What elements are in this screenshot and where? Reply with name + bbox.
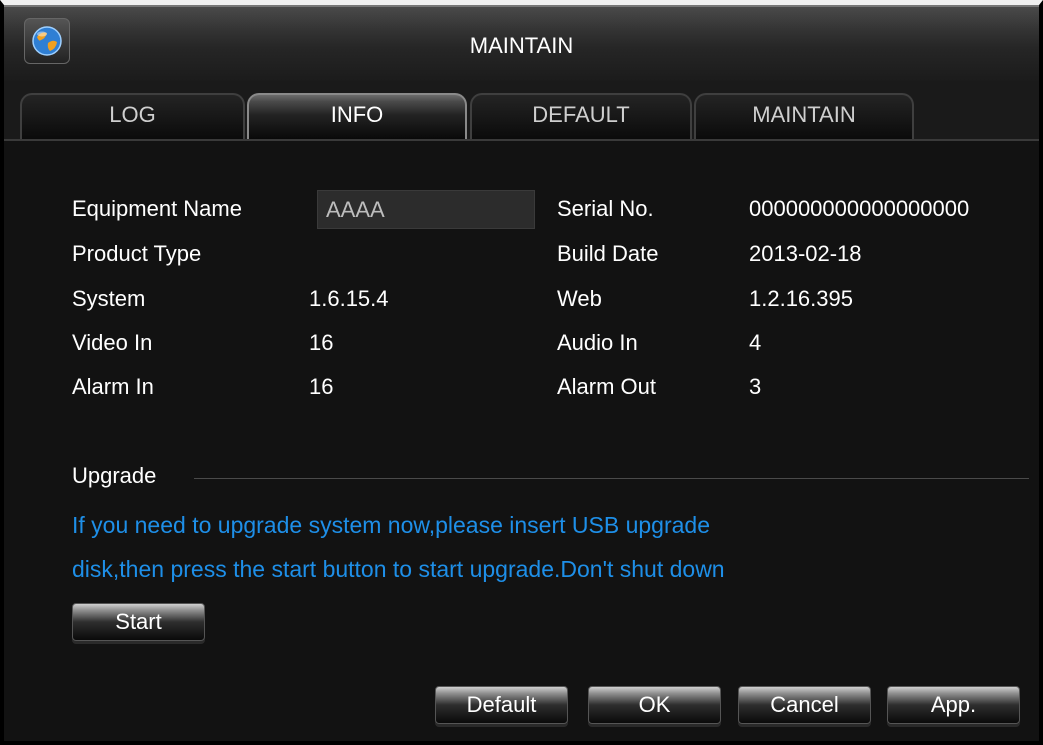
tab-info[interactable]: INFO: [247, 93, 467, 139]
build-date-value: 2013-02-18: [749, 241, 862, 266]
video-in-label: Video In: [72, 330, 153, 355]
ok-button[interactable]: OK: [588, 686, 721, 724]
upgrade-divider: [194, 478, 1029, 479]
audio-in-label: Audio In: [557, 330, 638, 355]
product-type-label: Product Type: [72, 241, 202, 266]
upgrade-message-line1: If you need to upgrade system now,please…: [72, 512, 711, 538]
serial-no-label: Serial No.: [557, 196, 654, 221]
tab-maintain[interactable]: MAINTAIN: [694, 93, 914, 139]
start-upgrade-button[interactable]: Start: [72, 603, 205, 641]
tab-bar: LOG INFO DEFAULT MAINTAIN: [4, 81, 1039, 141]
serial-no-value: 000000000000000000: [749, 196, 970, 221]
apply-button[interactable]: App.: [887, 686, 1020, 724]
web-value: 1.2.16.395: [749, 286, 853, 311]
alarm-in-value: 16: [309, 374, 334, 399]
cancel-button[interactable]: Cancel: [738, 686, 871, 724]
upgrade-message-line2: disk,then press the start button to star…: [72, 556, 725, 582]
web-label: Web: [557, 286, 602, 311]
info-panel: Equipment Name AAAA Product Type System …: [4, 141, 1039, 741]
alarm-out-value: 3: [749, 374, 762, 399]
build-date-label: Build Date: [557, 241, 659, 266]
audio-in-value: 4: [749, 330, 762, 355]
system-label: System: [72, 286, 146, 311]
equipment-name-label: Equipment Name: [72, 196, 242, 221]
video-in-value: 16: [309, 330, 334, 355]
tab-default[interactable]: DEFAULT: [470, 93, 692, 139]
alarm-out-label: Alarm Out: [557, 374, 657, 399]
upgrade-section-title: Upgrade: [72, 463, 157, 488]
default-button[interactable]: Default: [435, 686, 568, 724]
tab-log[interactable]: LOG: [20, 93, 245, 139]
title-bar: MAINTAIN: [4, 5, 1039, 81]
maintain-window: MAINTAIN LOG INFO DEFAULT MAINTAIN Equip…: [0, 0, 1043, 745]
alarm-in-label: Alarm In: [72, 374, 154, 399]
system-value: 1.6.15.4: [309, 286, 389, 311]
window-title: MAINTAIN: [469, 33, 574, 58]
equipment-name-field[interactable]: AAAA: [317, 190, 535, 229]
